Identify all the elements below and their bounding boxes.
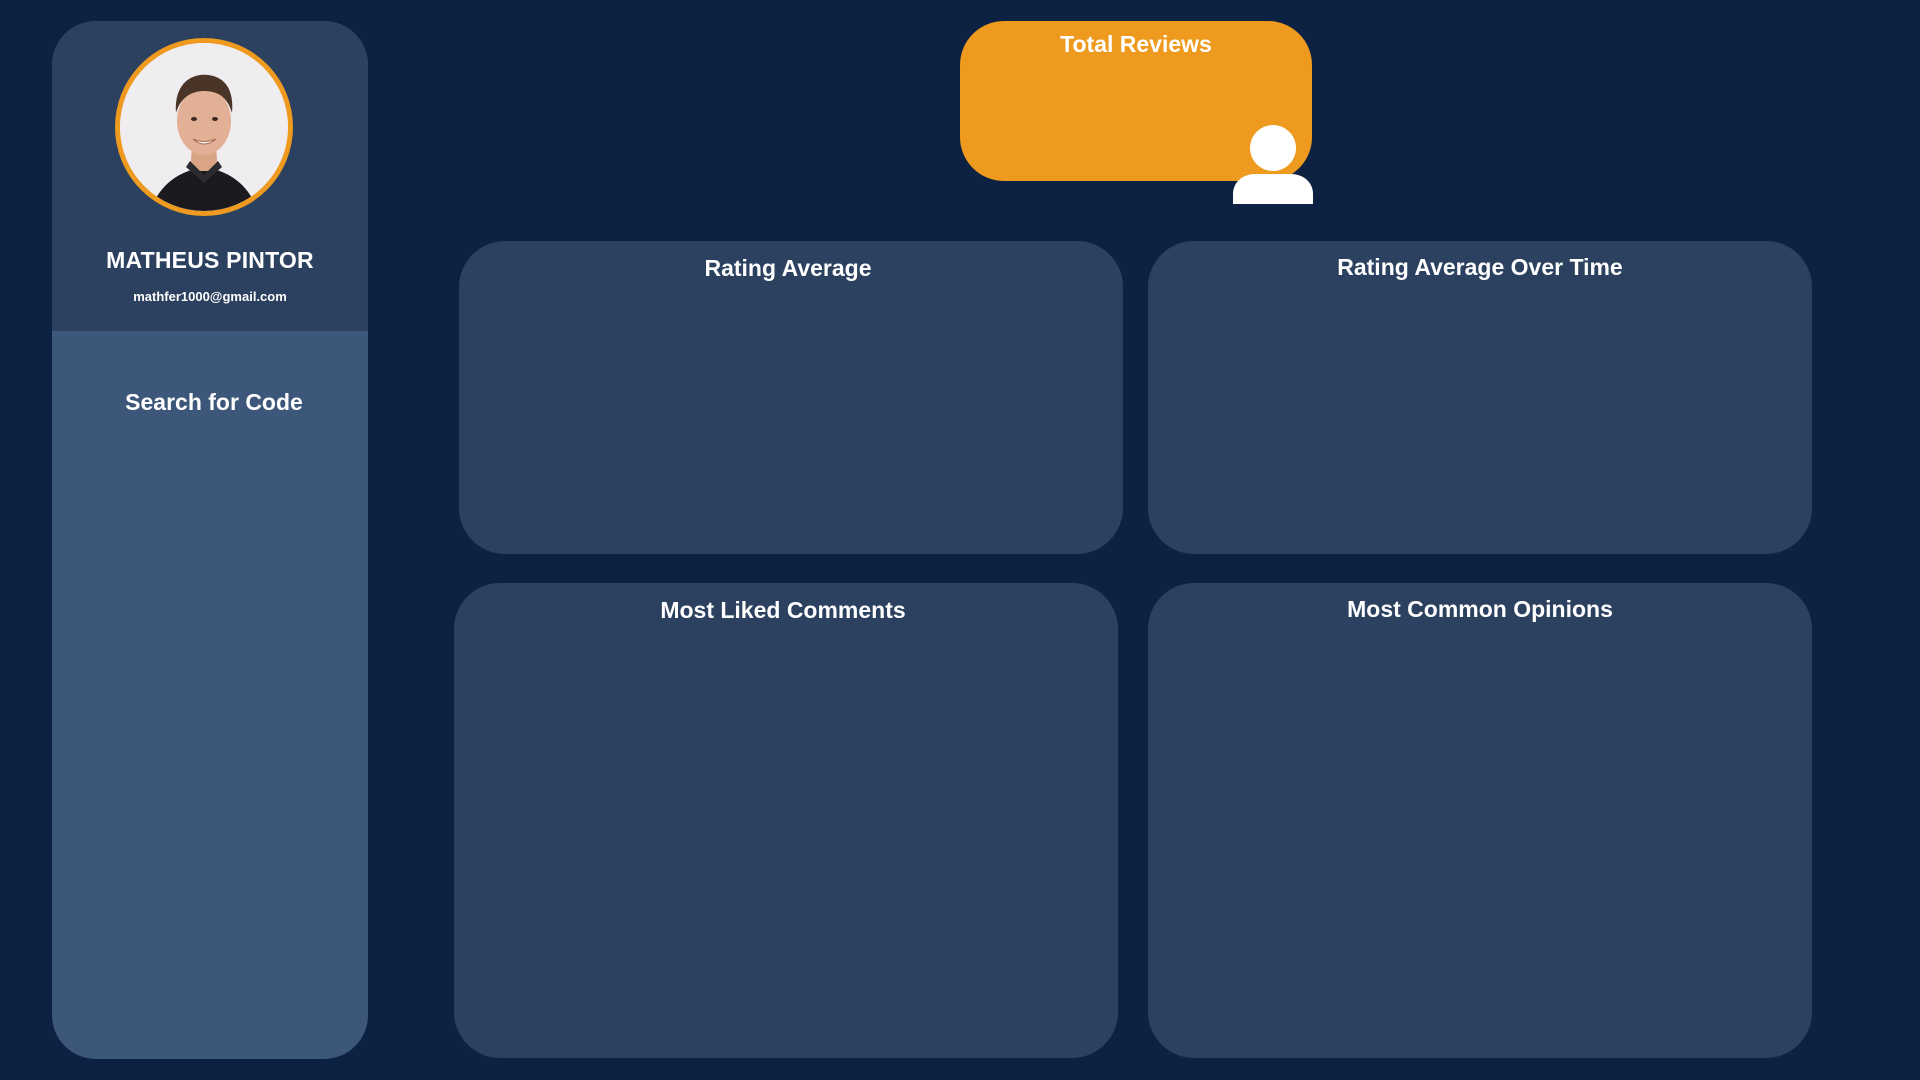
person-icon bbox=[1233, 125, 1313, 204]
user-photo-icon bbox=[120, 43, 288, 211]
user-name: MATHEUS PINTOR bbox=[106, 247, 314, 273]
most-liked-comments-panel: Most Liked Comments bbox=[454, 583, 1118, 1058]
most-common-opinions-panel: Most Common Opinions bbox=[1148, 583, 1812, 1058]
panel-title: Rating Average Over Time bbox=[1337, 254, 1623, 280]
rating-average-over-time-panel: Rating Average Over Time bbox=[1148, 241, 1812, 554]
user-email: mathfer1000@gmail.com bbox=[133, 289, 287, 304]
panel-title: Rating Average bbox=[704, 255, 872, 281]
avatar bbox=[115, 38, 293, 216]
sidebar: MATHEUS PINTOR mathfer1000@gmail.com Sea… bbox=[52, 21, 368, 1059]
panel-title: Most Common Opinions bbox=[1347, 596, 1613, 622]
search-for-code-title: Search for Code bbox=[125, 389, 303, 415]
total-reviews-title: Total Reviews bbox=[1060, 31, 1212, 57]
rating-average-panel: Rating Average bbox=[459, 241, 1123, 554]
profile-section: MATHEUS PINTOR mathfer1000@gmail.com bbox=[52, 21, 368, 331]
panel-title: Most Liked Comments bbox=[660, 597, 906, 623]
dashboard-page: MATHEUS PINTOR mathfer1000@gmail.com Sea… bbox=[0, 0, 1920, 1080]
